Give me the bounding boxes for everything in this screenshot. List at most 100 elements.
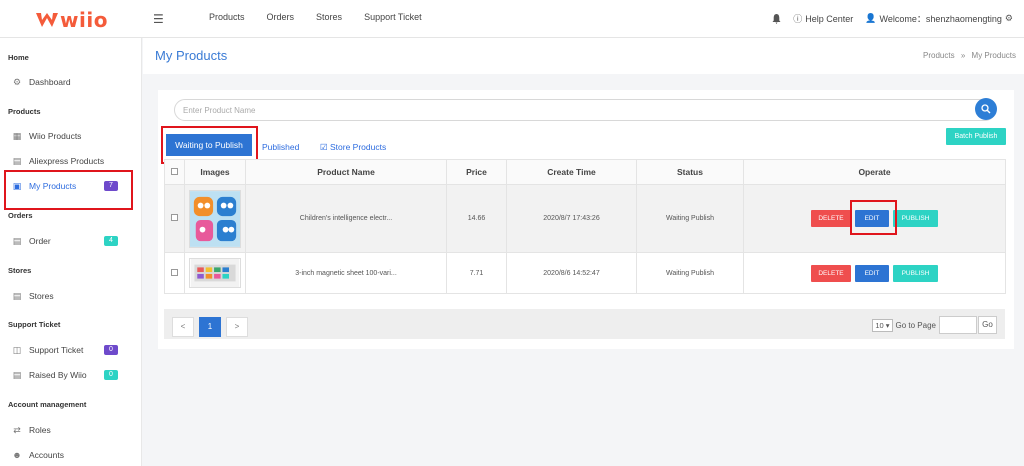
sidebar-item-label: Accounts: [29, 450, 64, 460]
notification-bell-icon[interactable]: [772, 13, 781, 24]
tab-published[interactable]: Published: [262, 142, 299, 152]
nav-support-ticket[interactable]: Support Ticket: [364, 12, 422, 22]
col-images: Images: [184, 159, 246, 185]
go-button[interactable]: Go: [978, 316, 997, 334]
publish-button[interactable]: PUBLISH: [893, 264, 938, 282]
select-all-cell: [164, 159, 185, 185]
ticket-icon: ◫: [12, 345, 22, 355]
checkbox-icon: ☑: [320, 142, 328, 152]
search-input[interactable]: Enter Product Name: [174, 98, 997, 121]
col-product-name: Product Name: [245, 159, 447, 185]
row-actions: DELETE EDIT PUBLISH: [743, 252, 1006, 294]
order-count-badge: 4: [104, 236, 118, 246]
top-right: ⓘ Help Center 👤 Welcome：shenzhaomengting…: [760, 12, 1016, 25]
nav-stores[interactable]: Stores: [316, 12, 342, 22]
product-image-magnetic-sheet[interactable]: [189, 258, 241, 288]
sidebar-item-label: Order: [29, 236, 51, 246]
page-size-select[interactable]: 10 ▾: [872, 318, 893, 332]
section-support-ticket: Support Ticket: [8, 320, 61, 329]
product-create-time: 2020/8/6 14:52:47: [506, 252, 637, 294]
sidebar-item-label: Raised By Wiio: [29, 370, 87, 380]
sidebar-item-roles[interactable]: ⇄ Roles: [12, 422, 130, 438]
search-placeholder: Enter Product Name: [183, 105, 256, 115]
nav-orders[interactable]: Orders: [267, 12, 295, 22]
sidebar-item-label: Support Ticket: [29, 345, 84, 355]
sidebar-item-support-ticket[interactable]: ◫ Support Ticket 0: [12, 342, 130, 358]
col-create-time: Create Time: [506, 159, 637, 185]
section-account-management: Account management: [8, 400, 87, 409]
breadcrumb: Products » My Products: [923, 51, 1016, 60]
sidebar-item-wiio-products[interactable]: ▦ Wiio Products: [12, 128, 130, 144]
question-circle-icon: ⓘ: [793, 14, 803, 24]
support-ticket-count-badge: 0: [104, 345, 118, 355]
product-image-toys[interactable]: [189, 189, 241, 248]
sidebar-item-label: Wiio Products: [29, 131, 82, 141]
raised-count-badge: 0: [104, 370, 118, 380]
col-price: Price: [446, 159, 507, 185]
product-price: 7.71: [446, 252, 507, 294]
prev-page-button[interactable]: <: [172, 317, 194, 337]
order-icon: ▤: [12, 236, 22, 246]
sidebar-item-label: Roles: [29, 425, 51, 435]
gear-icon[interactable]: ⚙: [1005, 13, 1013, 24]
help-center-link[interactable]: ⓘ Help Center: [793, 12, 853, 25]
delete-button[interactable]: DELETE: [811, 210, 851, 227]
nav-products[interactable]: Products: [209, 12, 245, 22]
delete-button[interactable]: DELETE: [811, 264, 851, 282]
page-1-button[interactable]: 1: [199, 317, 221, 337]
tab-store-products[interactable]: ☑ Store Products: [320, 142, 386, 153]
section-home: Home: [8, 53, 29, 62]
edit-button[interactable]: EDIT: [855, 264, 889, 282]
row-checkbox[interactable]: [171, 214, 178, 221]
table-row: 3-inch magnetic sheet 100-vari... 7.71 2…: [164, 252, 1006, 294]
table-header-row: Images Product Name Price Create Time St…: [164, 159, 1006, 185]
sidebar: Home ⚙ Dashboard Products ▦ Wiio Product…: [0, 38, 142, 466]
product-create-time: 2020/8/7 17:43:26: [506, 184, 637, 253]
store-icon: ▤: [12, 291, 22, 301]
shuffle-icon: ⇄: [13, 425, 21, 435]
sidebar-item-accounts[interactable]: ☻ Accounts: [12, 447, 130, 463]
breadcrumb-my-products: My Products: [971, 51, 1016, 60]
product-price: 14.66: [446, 184, 507, 253]
sidebar-item-label: Stores: [29, 291, 54, 301]
breadcrumb-separator: »: [960, 51, 966, 60]
pagination-bar: < 1 > 10 ▾ Go to Page Go: [164, 309, 1005, 339]
search-icon: [981, 104, 991, 114]
sidebar-item-aliexpress-products[interactable]: ▤ Aliexpress Products: [12, 153, 130, 169]
go-to-page-input[interactable]: [939, 316, 977, 334]
menu-toggle-icon[interactable]: ☰: [153, 12, 164, 26]
pager-right: 10 ▾ Go to Page Go: [872, 316, 997, 334]
tab-store-products-label: Store Products: [330, 142, 387, 152]
section-stores: Stores: [8, 266, 32, 275]
highlight-edit-button: [850, 200, 897, 235]
table-icon: ▦: [12, 131, 22, 141]
user-menu[interactable]: 👤 Welcome：shenzhaomengting ⚙: [865, 12, 1016, 25]
users-icon: ☻: [12, 450, 22, 460]
row-checkbox[interactable]: [171, 268, 178, 276]
page-header: My Products Products » My Products: [143, 38, 1024, 74]
publish-button[interactable]: PUBLISH: [893, 210, 938, 227]
section-orders: Orders: [8, 211, 33, 220]
wiio-logo[interactable]: wiio: [36, 8, 108, 32]
batch-publish-button[interactable]: Batch Publish: [946, 128, 1006, 145]
top-bar: wiio ☰ Products Orders Stores Support Ti…: [0, 0, 1024, 38]
list-icon: ▤: [12, 156, 22, 166]
product-status: Waiting Publish: [636, 252, 744, 294]
search-button[interactable]: [975, 98, 997, 120]
sidebar-item-order[interactable]: ▤ Order 4: [12, 233, 130, 249]
select-all-checkbox[interactable]: [171, 168, 178, 175]
product-name[interactable]: Children's intelligence electr...: [245, 184, 447, 253]
sidebar-item-dashboard[interactable]: ⚙ Dashboard: [12, 74, 130, 90]
sidebar-item-stores[interactable]: ▤ Stores: [12, 288, 130, 304]
dashboard-icon: ⚙: [12, 77, 22, 87]
sidebar-item-raised-by-wiio[interactable]: ▤ Raised By Wiio 0: [12, 367, 130, 383]
product-name[interactable]: 3-inch magnetic sheet 100-vari...: [245, 252, 447, 294]
page-title: My Products: [155, 48, 228, 63]
page-size-value: 10: [875, 320, 884, 330]
wiio-logo-mark: [36, 13, 58, 27]
sidebar-item-label: Dashboard: [29, 77, 71, 87]
raised-icon: ▤: [12, 370, 22, 380]
next-page-button[interactable]: >: [226, 317, 248, 337]
welcome-label: Welcome：shenzhaomengting: [879, 14, 1002, 24]
breadcrumb-products[interactable]: Products: [923, 51, 955, 60]
